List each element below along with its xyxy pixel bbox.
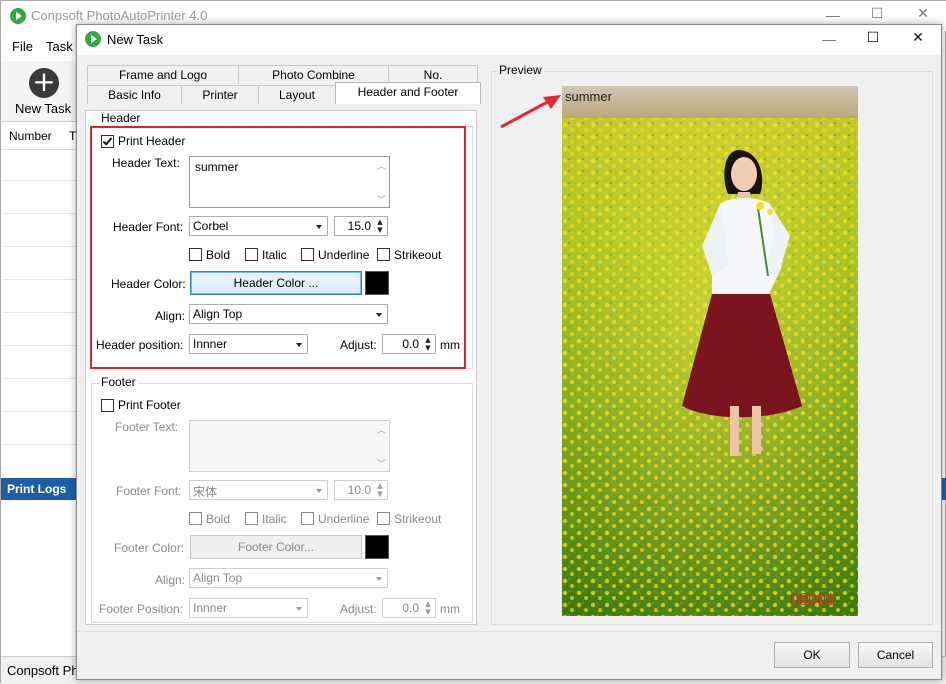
tab-printer[interactable]: Printer: [181, 85, 259, 104]
new-task-dialog: New Task — ☐ ✕ Frame and Logo Photo Comb…: [76, 24, 942, 680]
task-grid: Number T: [1, 121, 79, 471]
footer-underline-label[interactable]: Underline: [318, 512, 369, 526]
scroll-up-icon[interactable]: ︿: [377, 423, 386, 436]
footer-adjust-unit: mm: [440, 602, 460, 616]
main-toolbar: + New Task: [1, 61, 79, 121]
footer-text-label: Footer Text:: [115, 420, 179, 434]
footer-font-size-stepper[interactable]: 10.0 ▲ ▼: [334, 480, 388, 500]
menu-file[interactable]: File: [12, 39, 33, 54]
table-row-divider: [3, 345, 77, 346]
preview-header-text: summer: [565, 89, 613, 104]
close-icon[interactable]: ✕: [908, 29, 928, 46]
footer-font-select[interactable]: 宋体: [189, 480, 328, 500]
footer-position-select[interactable]: Innner: [189, 598, 308, 618]
footer-font-value: 宋体: [193, 485, 218, 499]
tab-header-and-footer[interactable]: Header and Footer: [335, 82, 481, 104]
table-row-divider: [3, 378, 77, 379]
cancel-button[interactable]: Cancel: [858, 642, 933, 668]
minimize-icon[interactable]: —: [819, 31, 839, 47]
footer-group-title: Footer: [99, 375, 138, 389]
print-footer-checkbox[interactable]: [101, 399, 114, 412]
footer-align-label: Align:: [155, 573, 186, 587]
column-header-number[interactable]: Number: [9, 129, 52, 143]
table-row-divider: [3, 411, 77, 412]
header-highlight-box: [90, 126, 466, 369]
footer-position-label: Footer Position:: [99, 602, 184, 616]
preview-number-text: 00001: [790, 589, 835, 609]
footer-strikeout-checkbox[interactable]: [377, 512, 390, 525]
spin-arrows-icon[interactable]: ▲ ▼: [375, 482, 385, 498]
footer-text-input[interactable]: ︿ ﹀: [189, 420, 390, 472]
footer-underline-checkbox[interactable]: [301, 512, 314, 525]
chevron-down-icon: [316, 489, 322, 493]
status-text: Conpsoft Ph: [7, 663, 79, 678]
footer-italic-label[interactable]: Italic: [262, 512, 287, 526]
close-icon[interactable]: ✕: [913, 5, 933, 22]
new-task-toolbar-label: New Task: [15, 101, 72, 116]
minimize-icon[interactable]: —: [823, 7, 843, 23]
tab-layout[interactable]: Layout: [258, 85, 336, 104]
footer-align-value: Align Top: [193, 571, 243, 585]
footer-adjust-stepper[interactable]: 0.0 ▲ ▼: [382, 598, 436, 618]
new-task-toolbar-button[interactable]: + New Task: [1, 61, 79, 121]
footer-adjust-value: 0.0: [402, 601, 419, 615]
footer-color-button[interactable]: Footer Color...: [190, 535, 362, 559]
app-icon: [85, 31, 101, 47]
preview-photo: summer 00001: [562, 86, 858, 616]
footer-adjust-label: Adjust:: [340, 602, 377, 616]
footer-align-select[interactable]: Align Top: [189, 568, 388, 588]
footer-bold-checkbox[interactable]: [189, 512, 202, 525]
table-row-divider: [3, 444, 77, 445]
footer-color-swatch[interactable]: [365, 535, 389, 559]
footer-font-label: Footer Font:: [116, 484, 182, 498]
task-grid-header: Number T: [1, 122, 79, 150]
dialog-title-bar: New Task — ☐ ✕: [77, 25, 941, 55]
dialog-title: New Task: [107, 32, 164, 47]
print-footer-label[interactable]: Print Footer: [118, 398, 181, 412]
print-logs-title: Print Logs: [7, 482, 67, 496]
table-row-divider: [3, 312, 77, 313]
menu-task[interactable]: Task: [46, 39, 73, 54]
scroll-down-icon[interactable]: ﹀: [377, 457, 386, 470]
table-row-divider: [3, 246, 77, 247]
chevron-down-icon: [296, 607, 302, 611]
footer-bold-label[interactable]: Bold: [206, 512, 230, 526]
ok-button[interactable]: OK: [774, 642, 850, 668]
add-circle-icon: +: [29, 68, 59, 98]
table-row-divider: [3, 213, 77, 214]
footer-position-value: Innner: [193, 601, 228, 615]
annotation-arrow: [500, 95, 561, 129]
footer-color-label: Footer Color:: [114, 541, 185, 555]
footer-text-scrollbar[interactable]: ︿ ﹀: [375, 421, 389, 471]
footer-strikeout-label[interactable]: Strikeout: [394, 512, 441, 526]
table-row-divider: [3, 279, 77, 280]
tab-frame-and-logo[interactable]: Frame and Logo: [87, 65, 239, 84]
main-window-title: Conpsoft PhotoAutoPrinter 4.0: [31, 8, 208, 23]
tab-basic-info[interactable]: Basic Info: [87, 85, 182, 104]
footer-font-size-value: 10.0: [347, 483, 371, 497]
footer-italic-checkbox[interactable]: [245, 512, 258, 525]
preview-group-title: Preview: [497, 63, 544, 77]
maximize-icon[interactable]: ☐: [867, 5, 887, 22]
header-group-title: Header: [99, 111, 143, 125]
chevron-down-icon: [376, 577, 382, 581]
preview-image: summer 00001: [562, 86, 858, 616]
table-row-divider: [3, 180, 77, 181]
maximize-icon[interactable]: ☐: [863, 29, 883, 46]
spin-arrows-icon[interactable]: ▲ ▼: [423, 600, 433, 616]
app-icon: [10, 8, 26, 24]
